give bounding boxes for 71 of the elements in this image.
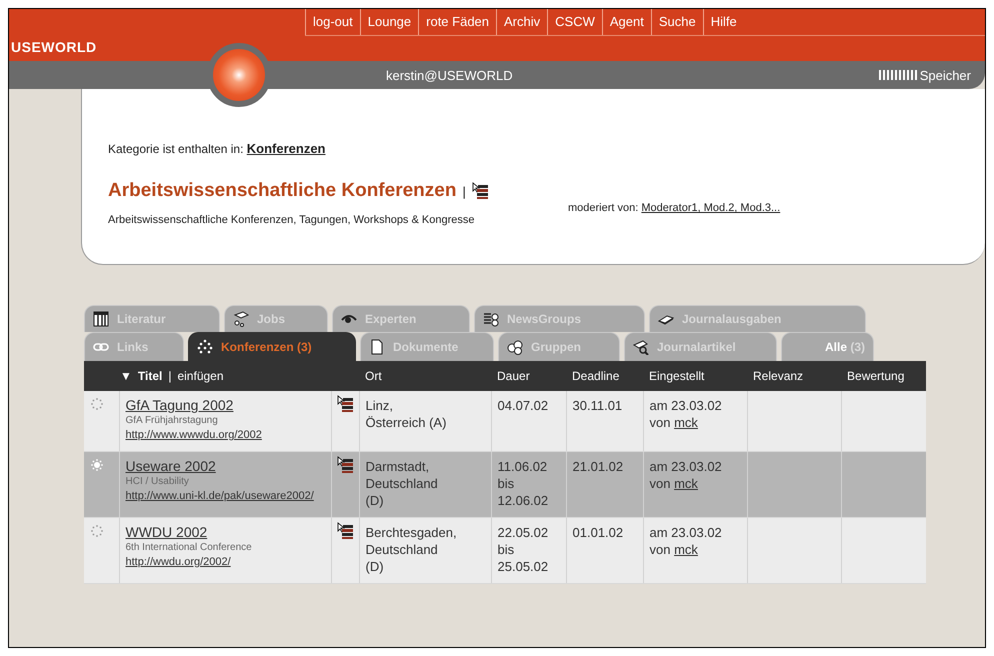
dot-grid-icon xyxy=(197,339,213,355)
user-link[interactable]: mck xyxy=(674,542,698,557)
column-header: Bewertung xyxy=(847,369,904,383)
sort-arrow[interactable]: ▼ xyxy=(120,369,132,383)
posted-by-label: von xyxy=(650,415,672,430)
separator: | xyxy=(168,369,172,383)
user-link[interactable]: mck xyxy=(674,415,698,430)
conference-link[interactable]: GfA Tagung 2002 xyxy=(126,397,234,413)
conference-subtitle: GfA Frühjahrstagung xyxy=(126,414,219,428)
nav-link[interactable]: Hilfe xyxy=(702,9,744,35)
conference-link[interactable]: WWDU 2002 xyxy=(126,524,208,540)
deadline-text: 30.11.01 xyxy=(572,398,622,413)
category-link[interactable]: Konferenzen xyxy=(246,141,326,156)
books-icon xyxy=(93,311,109,327)
magnifier-icon xyxy=(633,339,649,355)
posted-by-label: von xyxy=(650,542,672,557)
column-header: Eingestellt xyxy=(649,369,704,383)
duration-text: 22.05.02 bis 25.05.02 xyxy=(498,524,550,575)
column-header: Relevanz xyxy=(753,369,804,383)
moderator-link[interactable]: Moderator1, Mod.2, Mod.3... xyxy=(641,202,780,214)
deadline-text: 01.01.02 xyxy=(572,525,624,540)
column-header[interactable]: Titel xyxy=(138,369,162,383)
nav-link[interactable]: Archiv xyxy=(496,9,548,35)
category-label: Kategorie ist enthalten in: xyxy=(108,142,244,156)
posted-date: am 23.03.02 xyxy=(650,397,723,414)
user-name: kerstin@USEWORLD xyxy=(386,68,513,82)
document-list-icon[interactable] xyxy=(336,395,352,413)
location-text: Linz, Österreich (A) xyxy=(366,397,448,431)
conference-subtitle: HCI / Usability xyxy=(126,475,190,489)
page-icon xyxy=(369,339,385,355)
conference-subtitle: 6th International Conference xyxy=(126,541,253,555)
newsgroups-icon xyxy=(483,311,499,327)
status-icon xyxy=(90,524,104,538)
document-list-icon[interactable] xyxy=(336,456,352,474)
logo: USEWORLD xyxy=(11,39,97,55)
conference-link[interactable]: Useware 2002 xyxy=(126,458,216,474)
url-link[interactable]: http://wwdu.org/2002/ xyxy=(126,555,326,570)
url-link[interactable]: http://www.uni-kl.de/pak/useware2002/ xyxy=(126,489,326,504)
location-text: Darmstadt, Deutschland (D) xyxy=(366,458,439,509)
nav-link[interactable]: rote Fäden xyxy=(418,9,496,35)
location-text: Berchtesgaden, Deutschland (D) xyxy=(366,524,458,575)
memory-label: Speicher xyxy=(920,68,971,82)
faces-icon xyxy=(507,339,523,355)
url-link[interactable]: http://www.wwwdu.org/2002 xyxy=(126,428,326,443)
category-title: Arbeitswissenschaftliche Konferenzen xyxy=(108,180,456,202)
document-list-icon[interactable] xyxy=(336,522,352,540)
column-header: Deadline xyxy=(572,369,620,383)
insert-link[interactable]: einfügen xyxy=(177,369,224,383)
posted-by-label: von xyxy=(650,476,672,491)
memory-meter-icon xyxy=(878,70,917,80)
nav-link[interactable]: Suche xyxy=(650,9,703,35)
posted-date: am 23.03.02 xyxy=(650,524,723,541)
column-header: Dauer xyxy=(497,369,530,383)
tab[interactable]: Konferenzen (3) xyxy=(188,332,356,361)
column-header: Ort xyxy=(365,369,382,383)
nav-link[interactable]: Agent xyxy=(602,9,651,35)
separator: | xyxy=(462,184,466,198)
nav-link[interactable]: CSCW xyxy=(547,9,602,35)
moderator-label: moderiert von: xyxy=(568,202,640,214)
document-list-icon[interactable] xyxy=(472,182,488,200)
nav-link[interactable]: log-out xyxy=(305,9,360,35)
duration-text: 04.07.02 xyxy=(498,397,550,414)
hat-icon xyxy=(233,311,249,327)
nav-link[interactable]: Lounge xyxy=(360,9,418,35)
user-link[interactable]: mck xyxy=(674,476,698,491)
category-description: Arbeitswissenschaftliche Konferenzen, Tagungen, Workshops & Kongresse xyxy=(108,213,476,228)
posted-date: am 23.03.02 xyxy=(650,458,723,475)
status-icon xyxy=(90,458,104,472)
deadline-text: 21.01.02 xyxy=(572,459,624,474)
duration-text: 11.06.02 bis 12.06.02 xyxy=(498,458,550,509)
status-icon xyxy=(90,397,104,411)
